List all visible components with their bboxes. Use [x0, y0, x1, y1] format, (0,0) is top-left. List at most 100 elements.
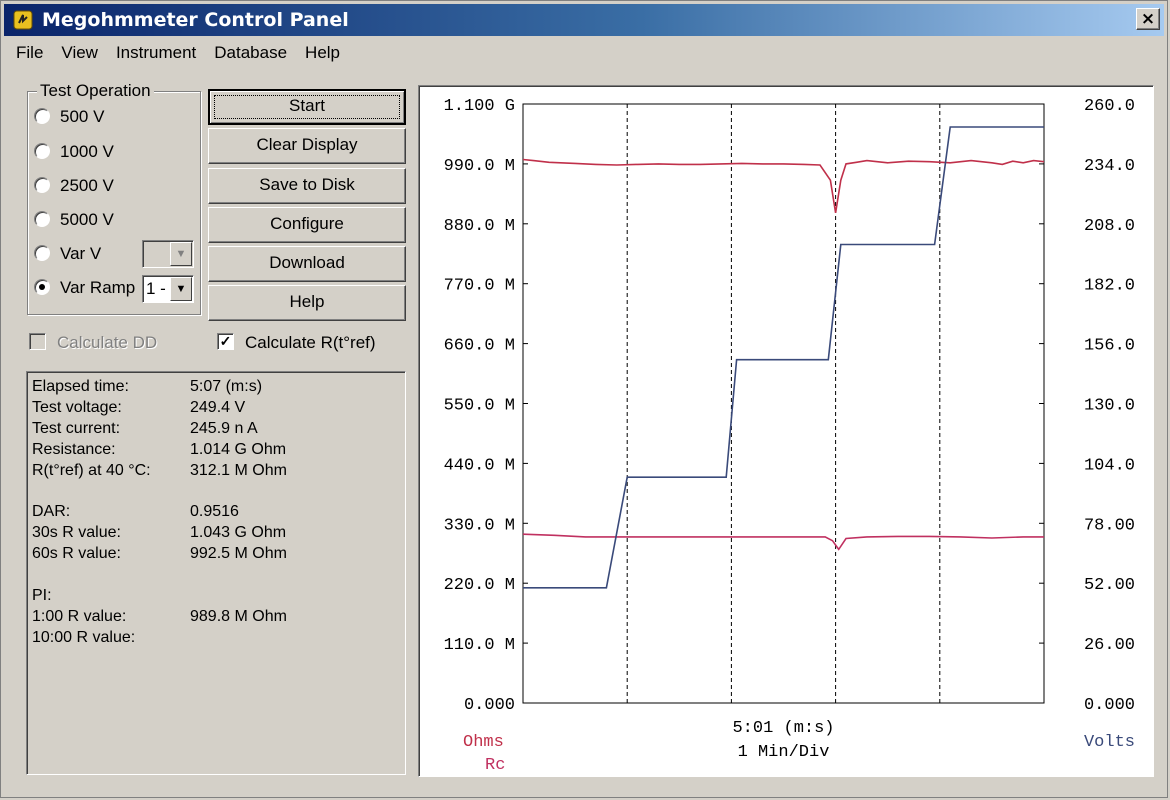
chart-panel: 0.000 110.0 M 220.0 M 330.0 M 440.0 M 550.0 M… [418, 85, 1154, 777]
right-tick-label: 130.0 [1084, 397, 1135, 416]
radio-button-selected-icon[interactable] [34, 278, 50, 295]
status-label: DAR: [32, 503, 71, 520]
x-readout-label: 5:01 (m:s) [732, 719, 834, 738]
series-line-ohms [522, 158, 1045, 214]
download-button[interactable]: Download [208, 246, 406, 282]
radio-5000v-label: 5000 V [60, 210, 114, 229]
series-line-rc [522, 533, 1044, 551]
menu-file[interactable]: File [7, 39, 52, 67]
radio-500v[interactable]: 500 V [34, 107, 104, 131]
radio-var-v-label: Var V [60, 244, 102, 263]
left-tick-label: 440.0 M [444, 456, 515, 475]
help-label: Help [289, 292, 325, 311]
checkbox-icon[interactable] [29, 333, 46, 351]
status-label: R(t°ref) at 40 °C: [32, 462, 151, 479]
calculate-rtref-label: Calculate R(t°ref) [245, 333, 376, 352]
left-tick-label: 0.000 [464, 696, 515, 715]
help-button[interactable]: Help [208, 285, 406, 321]
right-tick-label: 208.0 [1084, 217, 1135, 236]
left-tick-label: 110.0 M [444, 636, 515, 655]
right-tick-label: 234.0 [1084, 157, 1135, 176]
configure-label: Configure [270, 214, 344, 233]
status-label: 10:00 R value: [32, 629, 136, 646]
menu-help[interactable]: Help [296, 39, 349, 67]
status-label: Elapsed time: [32, 378, 129, 395]
left-tick-label: 990.0 M [444, 157, 515, 176]
window-title: Megohmmeter Control Panel [42, 9, 349, 31]
checkmark-icon[interactable]: ✓ [217, 333, 234, 351]
left-tick-label: 1.100 G [444, 97, 515, 116]
focus-rect [214, 95, 400, 119]
title-bar[interactable]: Megohmmeter Control Panel × [4, 4, 1164, 36]
status-value: 312.1 M Ohm [190, 462, 287, 479]
left-tick-label: 770.0 M [444, 277, 515, 296]
right-tick-label: 52.00 [1084, 576, 1135, 595]
left-axis-label: Ohms [463, 733, 504, 752]
radio-5000v[interactable]: 5000 V [34, 210, 114, 234]
var-ramp-value: 1 - [146, 279, 166, 298]
radio-1000v[interactable]: 1000 V [34, 142, 114, 166]
status-value: 249.4 V [190, 399, 246, 416]
left-tick-label: 660.0 M [444, 337, 515, 356]
status-value: 992.5 M Ohm [190, 545, 287, 562]
status-panel: Elapsed time: 5:07 (m:s) Test voltage: 249… [26, 371, 406, 775]
radio-button-icon[interactable] [34, 176, 50, 193]
start-button[interactable]: Start [208, 89, 406, 125]
x-scale-label: 1 Min/Div [738, 743, 830, 762]
menu-database[interactable]: Database [205, 39, 296, 67]
left-tick-label: 880.0 M [444, 217, 515, 236]
megohm-chart: 0.000 110.0 M 220.0 M 330.0 M 440.0 M 550.0 M… [444, 97, 1135, 775]
close-icon: × [1140, 9, 1156, 29]
close-button[interactable]: × [1136, 8, 1160, 30]
calculate-rtref-checkbox[interactable]: ✓ Calculate R(t°ref) [217, 333, 376, 355]
download-label: Download [269, 253, 345, 272]
main-window: Megohmmeter Control Panel × File View Inst… [0, 0, 1168, 798]
radio-button-icon[interactable] [34, 244, 50, 261]
status-label: Test current: [32, 420, 121, 437]
left-tick-label: 330.0 M [444, 516, 515, 535]
calculate-dd-checkbox[interactable]: Calculate DD [29, 333, 157, 355]
clear-display-label: Clear Display [256, 135, 358, 154]
series-line-volts [523, 126, 1044, 589]
status-label: PI: [32, 587, 52, 604]
save-to-disk-button[interactable]: Save to Disk [208, 168, 406, 204]
menu-instrument[interactable]: Instrument [107, 39, 205, 67]
right-tick-label: 260.0 [1084, 97, 1135, 116]
megohmmeter-app-icon [13, 10, 33, 30]
right-tick-label: 156.0 [1084, 337, 1135, 356]
chevron-down-icon[interactable]: ▼ [170, 277, 192, 301]
chevron-down-icon[interactable]: ▼ [170, 242, 192, 266]
radio-2500v[interactable]: 2500 V [34, 176, 114, 200]
clear-display-button[interactable]: Clear Display [208, 128, 406, 164]
right-tick-label: 104.0 [1084, 456, 1135, 475]
radio-button-icon[interactable] [34, 107, 50, 124]
calculate-dd-label: Calculate DD [57, 333, 158, 352]
rc-axis-label: Rc [485, 756, 505, 775]
left-tick-label: 220.0 M [444, 576, 515, 595]
right-tick-label: 182.0 [1084, 277, 1135, 296]
radio-var-ramp-label: Var Ramp [60, 278, 136, 297]
var-ramp-select[interactable]: 1 - ▼ [142, 275, 194, 303]
radio-button-icon[interactable] [34, 210, 50, 227]
menu-view[interactable]: View [52, 39, 107, 67]
radio-1000v-label: 1000 V [60, 142, 114, 161]
status-value: 1.014 G Ohm [190, 441, 287, 458]
configure-button[interactable]: Configure [208, 207, 406, 243]
radio-var-v[interactable]: Var V [34, 244, 101, 268]
menu-bar: File View Instrument Database Help [7, 39, 349, 67]
status-label: 60s R value: [32, 545, 121, 562]
right-tick-label: 78.00 [1084, 516, 1135, 535]
right-tick-label: 0.000 [1084, 696, 1135, 715]
status-value: 989.8 M Ohm [190, 608, 287, 625]
status-label: 30s R value: [32, 524, 121, 541]
radio-button-icon[interactable] [34, 142, 50, 159]
status-value: 245.9 n A [190, 420, 258, 437]
status-label: 1:00 R value: [32, 608, 127, 625]
right-tick-label: 26.00 [1084, 636, 1135, 655]
var-v-select[interactable]: ▼ [142, 240, 194, 268]
radio-500v-label: 500 V [60, 107, 105, 126]
left-tick-label: 550.0 M [444, 397, 515, 416]
radio-var-ramp[interactable]: Var Ramp [34, 278, 135, 302]
status-value: 1.043 G Ohm [190, 524, 287, 541]
status-value: 5:07 (m:s) [190, 378, 263, 395]
